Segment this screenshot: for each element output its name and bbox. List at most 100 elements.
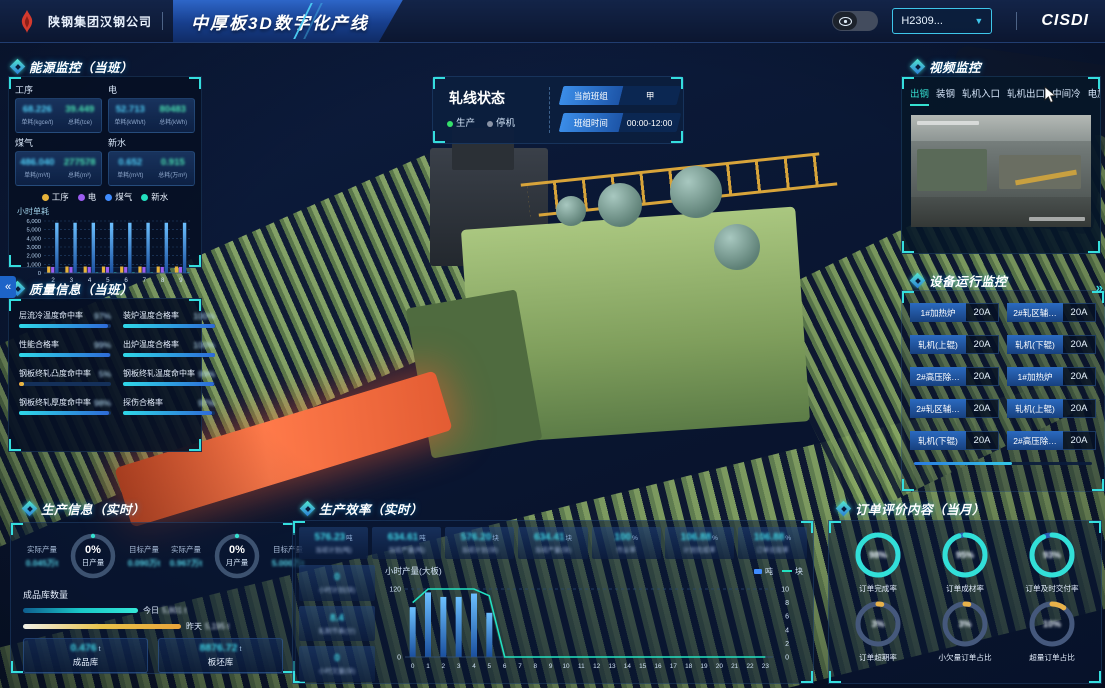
legend-label: 块 <box>795 567 803 576</box>
stat-value: 634.41块 <box>534 532 572 543</box>
quality-metrics: 层流冷温度命中率97%装炉温度合格率100%性能合格率99%出炉温度合格率100… <box>9 299 201 426</box>
quadrant-value: 486.040 <box>20 158 54 168</box>
stock-bar-fill <box>23 608 138 613</box>
title-plate: 中厚板3D数字化产线 <box>173 0 403 42</box>
quality-panel-title: 质量信息（当班） <box>12 279 133 298</box>
efficiency-stat: 634.41块当班产量(块) <box>518 527 587 559</box>
svg-text:23: 23 <box>762 663 770 670</box>
panel-diamond-icon <box>838 503 849 514</box>
plate-number-dropdown[interactable]: H2309... ▼ <box>892 8 992 34</box>
svg-text:13: 13 <box>608 663 616 670</box>
stat-value: 576.23吨 <box>315 532 353 543</box>
svg-text:22: 22 <box>746 663 754 670</box>
svg-text:19: 19 <box>700 663 708 670</box>
quality-metric: 探伤合格率97% <box>123 397 215 415</box>
quadrant-card: 0.652单耗(m³/t)0.915总耗(万m³) <box>108 151 195 186</box>
card-value-number: 8876.72 <box>200 642 238 654</box>
dropdown-value: H2309... <box>901 15 943 27</box>
collapse-right-handle[interactable]: » <box>1096 280 1103 295</box>
svg-text:120: 120 <box>389 587 401 594</box>
svg-text:0: 0 <box>411 663 415 670</box>
stat-unit: 块 <box>492 535 499 542</box>
video-tab[interactable]: 电加热 <box>1088 86 1100 106</box>
svg-text:95%: 95% <box>956 550 974 560</box>
order-label: 小欠量订单占比 <box>938 652 991 662</box>
status-dot <box>447 121 453 127</box>
video-tab[interactable]: 出钢 <box>910 86 929 106</box>
orders-panel: 98%订单完成率95%订单成材率93%订单及时交付率3%订单超期率3%小欠量订单… <box>828 520 1102 684</box>
orders-title-text: 订单评价内容（当月） <box>855 499 985 518</box>
stat-label: 轧制节奏(分) <box>319 625 356 635</box>
quality-value: 100% <box>193 340 215 350</box>
video-tab[interactable]: 轧机出口 <box>1007 86 1045 106</box>
mouse-cursor <box>1044 86 1058 109</box>
stat-unit: % <box>632 535 638 542</box>
quality-metric: 钢板终轧厚度命中率98% <box>19 397 111 415</box>
hourly-chart-legend: 吨块 <box>754 565 803 577</box>
quality-metric-row: 钢板终轧凸度命中率5% <box>19 368 111 379</box>
side-label: 目标产量 <box>129 544 159 555</box>
svg-text:8: 8 <box>785 600 789 607</box>
energy-title-text: 能源监控（当班） <box>29 57 133 76</box>
stat-unit: % <box>785 535 791 542</box>
stat-label: 当班计划(吨) <box>315 544 352 554</box>
stock-bar-value: 5,195 t <box>205 622 229 631</box>
camera-feed[interactable] <box>911 115 1091 227</box>
scrollbar-thumb[interactable] <box>914 462 1012 465</box>
order-label: 订单及时交付率 <box>1026 583 1079 593</box>
quality-metric-row: 性能合格率99% <box>19 339 111 350</box>
energy-quadrant: 新水0.652单耗(m³/t)0.915总耗(万m³) <box>108 135 195 186</box>
gauge-percent: 0% <box>85 545 101 556</box>
energy-quadrant: 电52.713单耗(kWh/t)80483总耗(kWh) <box>108 82 195 133</box>
equipment-item: 1#加热炉20A <box>910 303 999 322</box>
stat-label: 当班产量(块) <box>535 544 572 554</box>
status-row-value: 00:00-12:00 <box>619 113 682 132</box>
svg-text:10: 10 <box>562 663 570 670</box>
video-tab[interactable]: 装钢 <box>936 86 955 106</box>
efficiency-stat: 634.61吨当班产量(吨) <box>372 527 441 559</box>
status-dot <box>487 121 493 127</box>
efficiency-panel-title: 生产效率（实时） <box>302 499 423 518</box>
legend-item: 块 <box>782 566 803 577</box>
legend-item: 煤气 <box>105 191 132 203</box>
svg-text:93%: 93% <box>1043 550 1061 560</box>
quality-bar-fill <box>19 382 24 386</box>
stat-value: 634.61吨 <box>388 532 426 543</box>
production-gauge-group: 实际产量0.045万t0%日产量目标产量0.090万t <box>21 531 165 581</box>
quality-label: 探伤合格率 <box>123 397 163 408</box>
efficiency-stat: 576.20块当班计划(块) <box>445 527 514 559</box>
stock-bar-label: 昨天5,195 t <box>186 621 232 632</box>
order-donut: 95%订单成材率 <box>922 529 1007 594</box>
stock-card[interactable]: 0.476t成品库 <box>23 638 148 673</box>
camera-floor <box>911 197 1091 227</box>
production-panel-title: 生产信息（实时） <box>24 499 145 518</box>
equipment-label: 2#高压除… <box>910 367 966 386</box>
stat-unit: 吨 <box>346 535 353 542</box>
legend-label: 新水 <box>151 192 168 202</box>
visibility-toggle[interactable] <box>832 11 878 31</box>
stat-value: 100% <box>614 532 637 543</box>
svg-text:2: 2 <box>442 663 446 670</box>
svg-text:7: 7 <box>143 277 147 284</box>
svg-text:0: 0 <box>785 655 789 662</box>
svg-text:5: 5 <box>488 663 492 670</box>
production-gauge-group: 实际产量0.967万t0%月产量目标产量5.000万t <box>165 531 309 581</box>
stock-card[interactable]: 8876.72t板坯库 <box>158 638 283 673</box>
quality-label: 钢板终轧凸度命中率 <box>19 368 91 379</box>
svg-text:4,000: 4,000 <box>26 236 41 242</box>
stock-cards: 0.476t成品库 8876.72t板坯库 <box>23 638 283 673</box>
stat-value: 0 <box>334 653 340 664</box>
order-donut: 10%超量订单占比 <box>1010 598 1095 663</box>
quadrant-value: 68.226 <box>23 105 52 115</box>
legend-label: 工序 <box>52 192 69 202</box>
stat-value-number: 576.20 <box>461 532 492 543</box>
stock-bar-label: 今日5,801 t <box>143 605 189 616</box>
collapse-left-handle[interactable]: « <box>0 276 16 298</box>
equipment-scrollbar[interactable] <box>914 462 1092 465</box>
equipment-label: 轧机(下辊) <box>910 431 966 450</box>
svg-text:12: 12 <box>593 663 601 670</box>
svg-text:14: 14 <box>624 663 632 670</box>
legend-swatch <box>141 194 148 201</box>
video-tab[interactable]: 轧机入口 <box>962 86 1000 106</box>
status-legend-item: 生产 <box>447 115 475 129</box>
